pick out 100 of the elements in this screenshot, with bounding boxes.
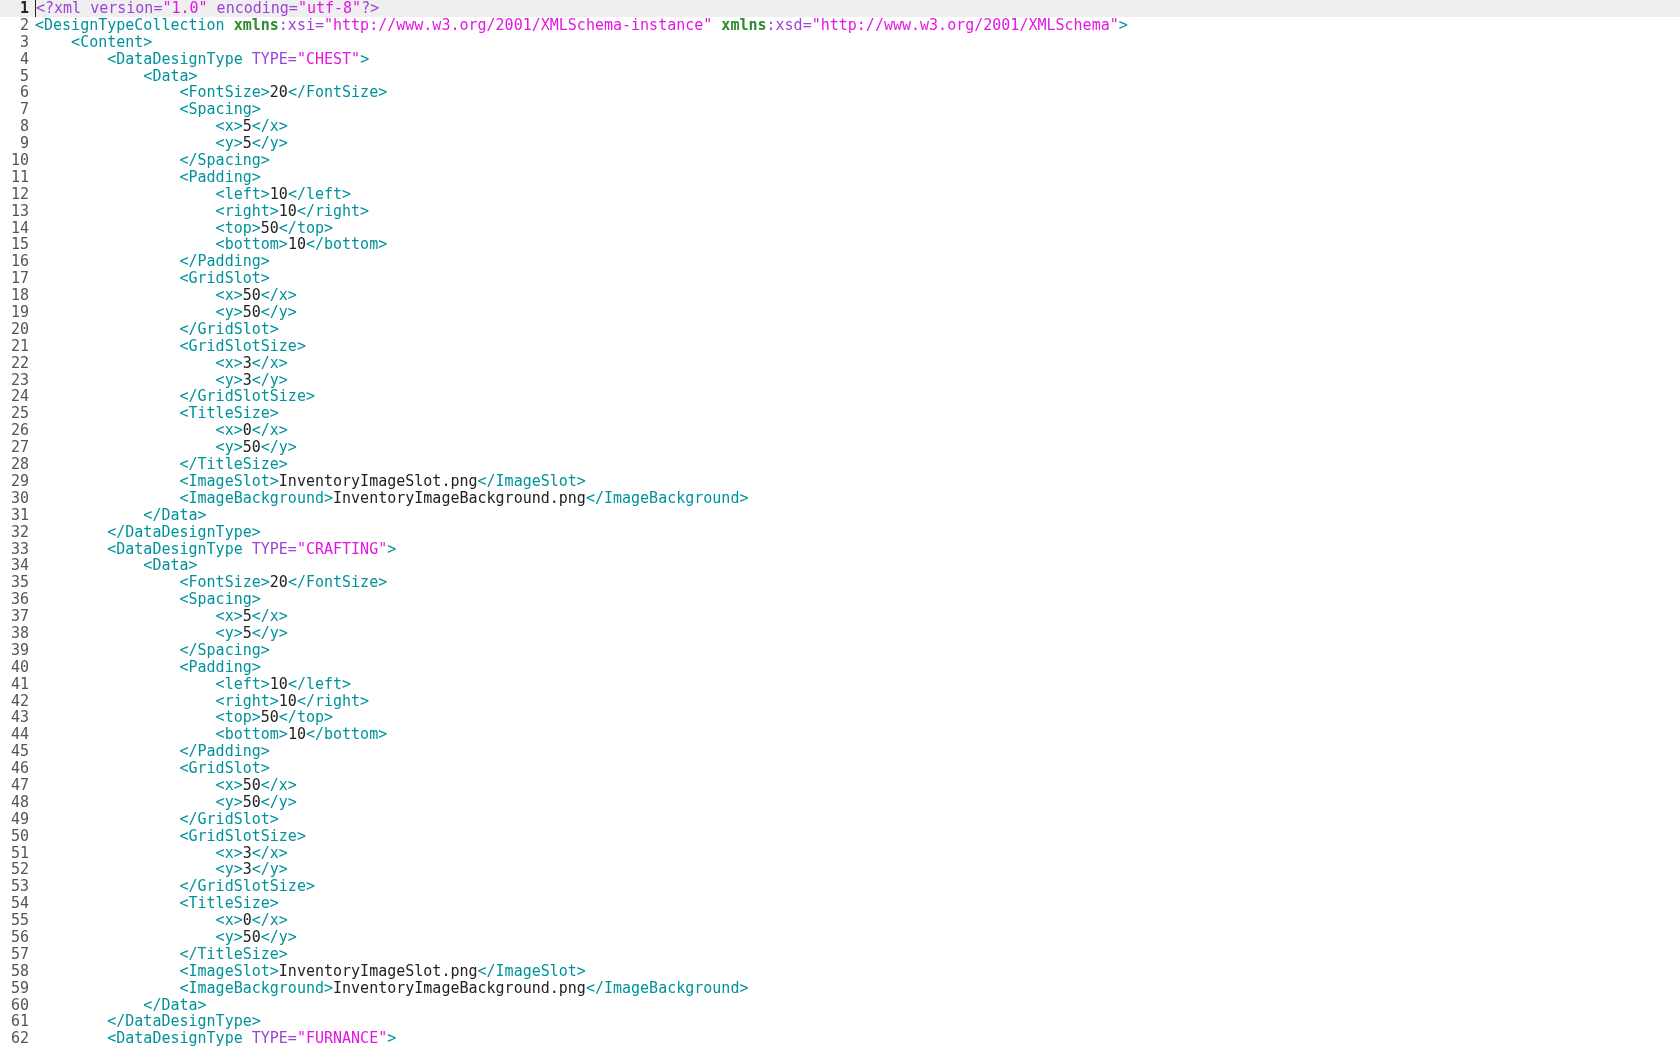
line-number: 16: [9, 253, 30, 271]
code-line: <GridSlotSize>: [178, 827, 307, 845]
code-line: <ImageSlot>InventoryImageSlot.png</ImageSlot>: [178, 962, 587, 980]
code-line: <bottom>10</bottom>: [214, 236, 389, 254]
code-line: <DataDesignType TYPE="CRAFTING">: [106, 540, 398, 558]
line-number: 21: [9, 337, 30, 355]
line-number: 14: [9, 219, 30, 237]
code-line: <DataDesignType TYPE="FURNANCE">: [106, 1030, 398, 1048]
line-number: 48: [9, 793, 30, 811]
code-line: </GridSlotSize>: [178, 388, 316, 406]
line-number: 49: [9, 810, 30, 828]
line-number: 18: [9, 287, 30, 305]
code-line: </Spacing>: [178, 152, 271, 169]
line-number: 39: [9, 641, 30, 659]
code-line: <FontSize>20</FontSize>: [178, 574, 389, 592]
line-number: 1: [0, 0, 33, 17]
line-number: 19: [9, 304, 30, 321]
code-line: <x>5</x>: [214, 608, 289, 625]
code-line: <y>50</y>: [214, 304, 298, 321]
code-line: <DesignTypeCollection xmlns:xsi="http://www.w3.org/2001/XMLSchema-instance" xmlns:xsd="http://www.w3.org/2001/XMLSchema">: [34, 16, 1129, 34]
code-line: <y>5</y>: [214, 624, 289, 642]
line-number: 20: [9, 320, 30, 338]
line-number: 51: [9, 844, 30, 862]
line-number: 58: [9, 962, 30, 980]
code-line: <bottom>10</bottom>: [214, 726, 389, 744]
line-number: 3: [18, 33, 30, 51]
line-number: 35: [9, 574, 30, 592]
code-line: <x>3</x>: [214, 844, 289, 862]
line-number: 29: [9, 472, 30, 490]
line-number: 36: [9, 591, 30, 609]
line-number: 44: [9, 726, 30, 744]
line-number: 50: [9, 827, 30, 845]
code-line: </Data>: [142, 506, 207, 524]
line-number: 25: [9, 405, 30, 423]
line-number: 46: [9, 760, 30, 777]
code-line: <top>50</top>: [214, 709, 334, 727]
code-line: <FontSize>20</FontSize>: [178, 84, 389, 102]
code-line: <top>50</top>: [214, 219, 334, 237]
code-line: <right>10</right>: [214, 692, 371, 710]
code-line: <y>50</y>: [214, 793, 298, 811]
code-line: <Padding>: [178, 168, 261, 186]
line-number: 2: [18, 16, 30, 34]
line-number: 10: [9, 152, 30, 169]
code-line: <y>50</y>: [214, 929, 298, 946]
line-number: 13: [9, 202, 30, 220]
line-number: 17: [9, 270, 30, 288]
line-number: 26: [9, 422, 30, 440]
line-number: 7: [18, 101, 30, 119]
code-line: <y>5</y>: [214, 135, 289, 152]
line-number: 43: [9, 709, 30, 727]
code-line: <y>50</y>: [214, 439, 298, 457]
line-number: 57: [9, 945, 30, 963]
line-number: 47: [9, 776, 30, 794]
code-line: <x>0</x>: [214, 912, 289, 929]
line-number: 54: [9, 895, 30, 913]
line-number: 55: [9, 912, 30, 929]
line-number: 27: [9, 439, 30, 457]
line-number: 23: [9, 371, 30, 389]
line-number: 53: [9, 878, 30, 896]
code-line: <y>3</y>: [214, 371, 289, 389]
line-number: 28: [9, 456, 30, 473]
code-line: </Padding>: [178, 253, 271, 271]
code-line: <left>10</left>: [215, 185, 353, 203]
code-line: <right>10</right>: [214, 202, 371, 220]
line-number: 32: [9, 523, 30, 541]
code-line: </TitleSize>: [178, 456, 289, 473]
code-line: <ImageBackground>InventoryImageBackground.png</ImageBackground>: [178, 979, 750, 997]
code-line: <GridSlot>: [178, 270, 271, 288]
line-number: 9: [18, 135, 30, 152]
code-line: <Content>: [71, 33, 153, 51]
code-line: <y>3</y>: [214, 861, 289, 879]
code-line: </DataDesignType>: [106, 1013, 262, 1031]
code-line: <GridSlot>: [178, 760, 271, 777]
line-number: 12: [9, 185, 30, 203]
line-number: 24: [9, 388, 30, 406]
code-line: </DataDesignType>: [106, 523, 262, 541]
line-number: 61: [9, 1013, 30, 1031]
code-line: <ImageBackground>InventoryImageBackground.png</ImageBackground>: [178, 489, 750, 507]
line-number: 31: [9, 506, 30, 524]
code-line: <x>0</x>: [214, 422, 289, 440]
line-number: 56: [9, 929, 30, 946]
line-number: 5: [18, 67, 30, 85]
code-line: <Spacing>: [178, 101, 262, 119]
line-number: 62: [9, 1030, 30, 1048]
line-number: 40: [9, 658, 30, 676]
code-line: </GridSlotSize>: [178, 878, 316, 896]
code-line: </Padding>: [178, 743, 271, 761]
line-number: 6: [18, 84, 30, 102]
code-line: <Data>: [143, 67, 198, 85]
line-number: 41: [9, 675, 30, 693]
line-number: 38: [9, 624, 30, 642]
line-number: 34: [9, 557, 30, 575]
code-line: <x>50</x>: [214, 776, 298, 794]
line-number: 37: [9, 608, 30, 625]
code-line: <TitleSize>: [178, 405, 280, 423]
line-number: 60: [9, 996, 30, 1014]
line-number: 30: [9, 489, 30, 507]
line-number: 11: [9, 168, 30, 186]
line-number: 4: [18, 50, 30, 68]
code-line: <Padding>: [178, 658, 261, 676]
